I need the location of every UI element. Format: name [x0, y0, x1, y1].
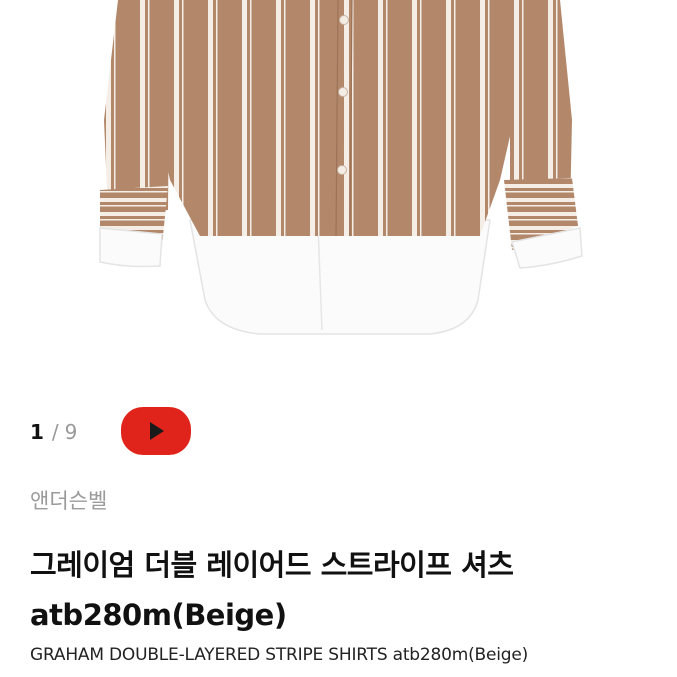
- pager-total: 9: [64, 420, 78, 444]
- pager-separator: /: [51, 420, 59, 444]
- image-pager: 1 / 9: [30, 417, 77, 447]
- product-title: 그레이엄 더블 레이어드 스트라이프 셔츠 atb280m(Beige): [30, 548, 514, 632]
- brand-name[interactable]: 앤더슨벨: [30, 485, 107, 515]
- pager-current: 1: [30, 420, 44, 444]
- play-icon: [150, 422, 164, 440]
- video-play-button[interactable]: [121, 407, 191, 455]
- product-subtitle: GRAHAM DOUBLE-LAYERED STRIPE SHIRTS atb2…: [30, 645, 529, 665]
- shirt-photo: [99, 0, 583, 335]
- product-image[interactable]: [0, 0, 677, 380]
